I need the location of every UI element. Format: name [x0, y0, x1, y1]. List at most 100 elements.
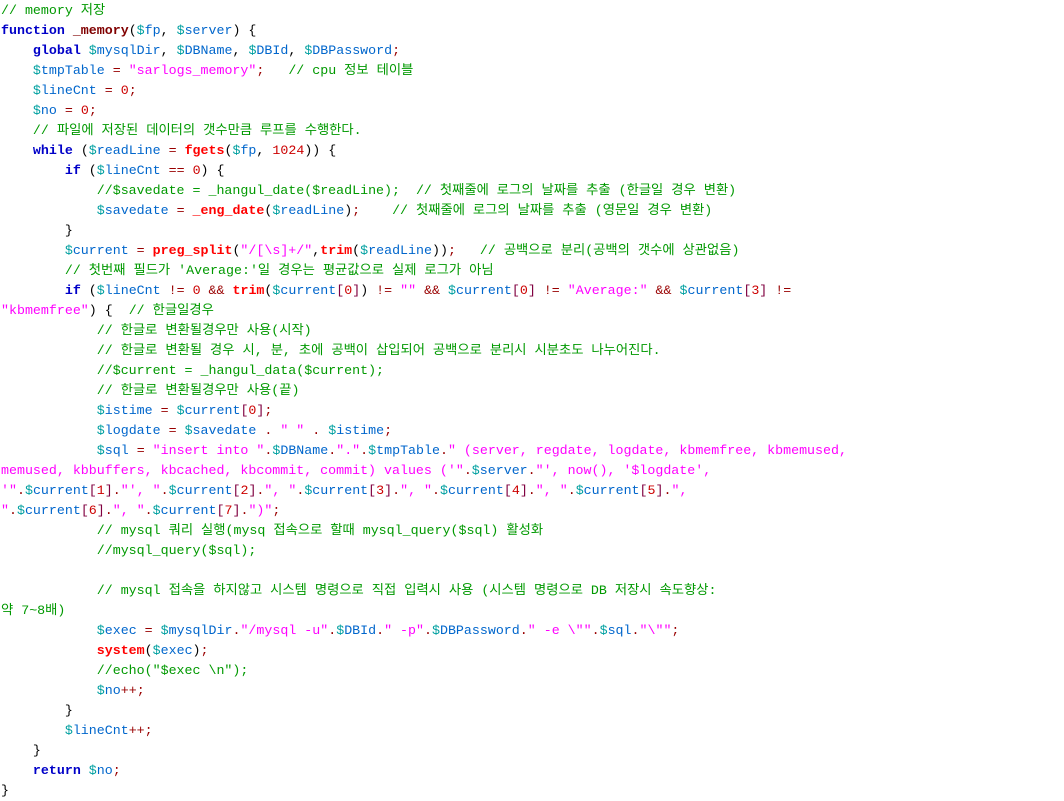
- code-token-var: DBName: [184, 43, 233, 58]
- code-token-op: =: [168, 143, 177, 158]
- code-token-op: .: [567, 483, 576, 498]
- code-token-var: lineCnt: [104, 163, 161, 178]
- code-line: // 한글로 변환될경우만 사용(시작): [1, 321, 1064, 341]
- code-token-punc: ) {: [232, 23, 257, 38]
- code-token-sig: $: [440, 483, 448, 498]
- code-token-sig: $: [136, 23, 145, 38]
- code-token-op: .: [144, 503, 153, 518]
- code-token-semi: ;: [272, 503, 281, 518]
- code-token-com: // 한글일경우: [128, 303, 214, 318]
- code-token-sig: $: [336, 623, 345, 638]
- code-token-sig: $: [152, 503, 161, 518]
- code-line: // 파일에 저장된 데이터의 갯수만큼 루프를 수행한다.: [1, 121, 1064, 141]
- code-token-var: DBId: [256, 43, 289, 58]
- code-token-semi: ;: [671, 623, 680, 638]
- code-line: global $mysqlDir, $DBName, $DBId, $DBPas…: [1, 41, 1064, 61]
- code-token-var: sql: [607, 623, 632, 638]
- code-line: }: [1, 701, 1064, 721]
- code-line: $current = preg_split("/[\s]+/",trim($re…: [1, 241, 1064, 261]
- code-token-kw: if: [64, 283, 81, 298]
- code-token-semi: ;: [88, 103, 97, 118]
- code-token-sig: $: [32, 63, 41, 78]
- code-token-punc: (: [144, 643, 153, 658]
- code-token-var: readLine: [96, 143, 161, 158]
- php-code-listing[interactable]: // memory 저장 function _memory($fp, $serve…: [0, 0, 1064, 801]
- code-token-str: "insert into ": [152, 443, 265, 458]
- code-token-com: // 공백으로 분리(공백의 갯수에 상관없음): [479, 243, 740, 258]
- code-token-num: 0: [80, 103, 89, 118]
- code-token-op: =: [112, 63, 121, 78]
- code-line: }: [1, 741, 1064, 761]
- code-token-var: logdate: [104, 423, 161, 438]
- code-token-semi: ;: [136, 683, 145, 698]
- code-token-semi: ;: [128, 83, 137, 98]
- code-token-op: .: [360, 443, 369, 458]
- code-token-op: .: [591, 623, 600, 638]
- code-token-str: '": [1, 483, 17, 498]
- code-token-sig: $: [96, 423, 105, 438]
- code-token-punc: }: [1, 783, 9, 798]
- code-token-sig: $: [368, 443, 377, 458]
- code-token-var: lineCnt: [40, 83, 97, 98]
- code-token-var: tmpTable: [376, 443, 440, 458]
- code-token-str: "": [400, 283, 417, 298]
- code-token-num: 3: [376, 483, 385, 498]
- code-token-brack: ]: [352, 283, 361, 298]
- code-token-str: " -e \"": [527, 623, 592, 638]
- code-token-op: .: [8, 503, 17, 518]
- code-token-var: savedate: [192, 423, 257, 438]
- code-token-var: exec: [160, 643, 193, 658]
- code-token-var: savedate: [104, 203, 169, 218]
- code-token-op: .: [112, 483, 121, 498]
- code-token-op: ++: [128, 723, 145, 738]
- code-token-punc: ): [192, 643, 201, 658]
- code-token-str: " (server, regdate, logdate, kbmemfree, …: [447, 443, 847, 458]
- code-token-punc: }: [64, 703, 73, 718]
- code-token-sig: $: [64, 723, 73, 738]
- code-token-sig: $: [184, 423, 193, 438]
- code-token-sig: $: [448, 283, 456, 298]
- code-token-com: // 파일에 저장된 데이터의 갯수만큼 루프를 수행한다.: [32, 123, 362, 138]
- code-token-var: current: [176, 483, 233, 498]
- code-token-builtin: trim: [320, 243, 353, 258]
- code-token-str: "Average:": [567, 283, 648, 298]
- code-token-brack: ]: [96, 503, 105, 518]
- code-token-var: server: [184, 23, 233, 38]
- code-token-brack: [: [80, 503, 89, 518]
- code-token-op: =: [160, 403, 169, 418]
- code-token-sig: $: [176, 43, 185, 58]
- code-token-sig: $: [88, 43, 97, 58]
- code-line: function _memory($fp, $server) {: [1, 21, 1064, 41]
- code-token-sig: $: [431, 623, 440, 638]
- code-token-str: "/mysql -u": [240, 623, 329, 638]
- code-token-var: no: [104, 683, 121, 698]
- code-token-var: no: [96, 763, 113, 778]
- code-token-semi: ;: [112, 763, 121, 778]
- code-token-var: server: [479, 463, 528, 478]
- code-token-punc: ,: [160, 23, 177, 38]
- code-token-op: .: [631, 623, 640, 638]
- code-token-str: memused, kbbuffers, kbcached, kbcommit, …: [1, 463, 464, 478]
- code-token-str: ": [1, 503, 9, 518]
